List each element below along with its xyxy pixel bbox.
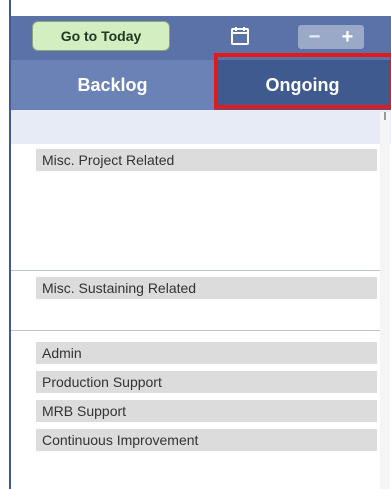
list-item-mrb-support[interactable]: MRB Support (36, 400, 377, 422)
tab-ongoing[interactable]: Ongoing (214, 60, 391, 110)
list-item-production-support[interactable]: Production Support (36, 371, 377, 393)
list-header-band (11, 110, 391, 144)
zoom-out-button[interactable]: − (301, 27, 329, 47)
scroll-arrow-icon (384, 112, 386, 120)
zoom-controls: − + (298, 25, 364, 49)
zoom-in-button[interactable]: + (334, 27, 362, 47)
list-item-misc-project-related[interactable]: Misc. Project Related (36, 149, 377, 171)
view-tabs: Backlog Ongoing (11, 60, 391, 110)
list-item-misc-sustaining-related[interactable]: Misc. Sustaining Related (36, 277, 377, 299)
section-divider (11, 270, 386, 271)
go-to-today-button[interactable]: Go to Today (32, 21, 170, 51)
scrollbar-edge[interactable] (380, 112, 390, 489)
toolbar: Go to Today − + (11, 16, 391, 61)
section-divider (11, 330, 386, 331)
calendar-button[interactable] (230, 25, 250, 47)
task-category-list: Misc. Project Related Misc. Sustaining R… (11, 144, 391, 489)
left-margin (0, 0, 9, 489)
list-item-continuous-improvement[interactable]: Continuous Improvement (36, 429, 377, 451)
calendar-icon (231, 27, 249, 45)
tab-backlog[interactable]: Backlog (11, 60, 214, 110)
list-item-admin[interactable]: Admin (36, 342, 377, 364)
